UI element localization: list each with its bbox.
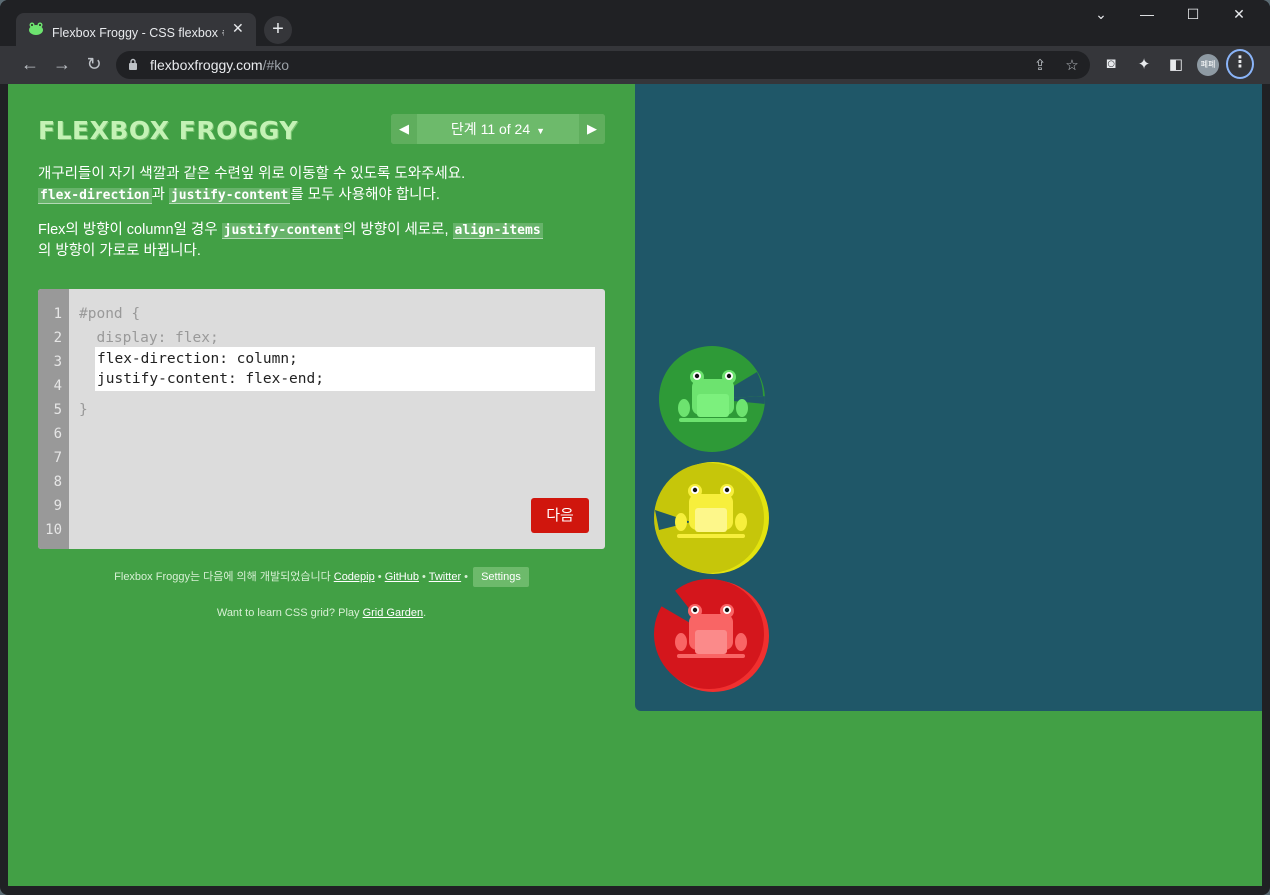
line-numbers: 1 2 3 4 5 6 7 8 9 10 [38, 289, 69, 549]
forward-icon[interactable]: → [50, 54, 74, 75]
instructions-paragraph-2: Flex의 방향이 column일 경우 justify-content 의 방향… [38, 222, 543, 259]
previous-level-button[interactable]: ◀ [391, 114, 417, 144]
level-dropdown[interactable]: 단계 11 of 24 ▼ [417, 114, 579, 144]
instructions-paragraph-1: 개구리들이 자기 색깔과 같은 수련잎 위로 이동할 수 있도록 도와주세요. … [38, 166, 466, 204]
sidebar: FLEXBOX FROGGY ◀ 단계 11 of 24 ▼ ▶ 개구리들이 자기… [8, 84, 635, 886]
line-number: 7 [53, 450, 62, 466]
next-level-button[interactable]: ▶ [579, 114, 605, 144]
sidepanel-icon[interactable]: ◧ [1165, 55, 1187, 73]
extensions-icon[interactable]: ✦ [1133, 55, 1155, 73]
back-icon[interactable]: ← [18, 54, 42, 75]
instructions: 개구리들이 자기 색깔과 같은 수련잎 위로 이동할 수 있도록 도와주세요. … [38, 164, 608, 276]
tab-title: Flexbox Froggy - CSS flexbox 속 [52, 26, 224, 40]
pond [635, 84, 1262, 711]
url-text: flexboxfroggy.com/#ko [150, 57, 290, 73]
caret-down-icon: ▼ [536, 126, 546, 136]
grid-garden-link[interactable]: Grid Garden [363, 607, 424, 619]
minimize-icon[interactable]: — [1132, 6, 1162, 22]
answer-input[interactable]: flex-direction: column; justify-content:… [95, 347, 595, 391]
game-page: FLEXBOX FROGGY ◀ 단계 11 of 24 ▼ ▶ 개구리들이 자기… [8, 84, 1262, 886]
tab-close-icon[interactable]: ✕ [232, 20, 244, 37]
twitter-link[interactable]: Twitter [429, 571, 461, 583]
grid-garden-promo: Want to learn CSS grid? Play Grid Garden… [216, 607, 427, 619]
profile-avatar[interactable]: 폐폐 [1197, 54, 1219, 76]
line-number: 6 [53, 426, 62, 442]
tab-search-icon[interactable]: ⌄ [1086, 6, 1116, 23]
red-lilypad [654, 579, 769, 692]
game-logo: FLEXBOX FROGGY [38, 116, 298, 145]
line-number: 8 [53, 474, 62, 490]
keyword-justify-content[interactable]: justify-content [168, 188, 291, 204]
next-button[interactable]: 다음 [531, 498, 589, 533]
share-icon[interactable]: ⇪ [1030, 56, 1050, 74]
frog-favicon-icon [29, 22, 43, 35]
reload-icon[interactable]: ↻ [82, 54, 106, 75]
codepip-link[interactable]: Codepip [334, 571, 375, 583]
lock-icon [129, 58, 137, 70]
github-link[interactable]: GitHub [385, 571, 419, 583]
yellow-lilypad [654, 462, 769, 574]
browser-window: Flexbox Froggy - CSS flexbox 속 ✕ + ⌄ — ☐… [0, 0, 1270, 895]
line-number: 9 [53, 498, 62, 514]
code-editor: 1 2 3 4 5 6 7 8 9 10 #pond { display: flex; } fle… [38, 289, 605, 549]
line-number: 1 [53, 306, 62, 322]
line-number: 10 [45, 522, 62, 538]
address-bar[interactable]: flexboxfroggy.com/#ko ⇪ ☆ [116, 51, 1090, 79]
maximize-icon[interactable]: ☐ [1178, 6, 1208, 23]
keyword-justify-content[interactable]: justify-content [221, 223, 344, 239]
new-tab-button[interactable]: + [264, 16, 292, 44]
menu-icon[interactable]: ⋮ [1226, 49, 1254, 79]
camera-icon[interactable]: ◙ [1100, 55, 1122, 72]
tab-strip: Flexbox Froggy - CSS flexbox 속 ✕ + ⌄ — ☐… [0, 0, 1270, 46]
keyword-align-items[interactable]: align-items [452, 223, 543, 239]
answer-area[interactable]: flex-direction: column; justify-content:… [95, 347, 595, 391]
close-window-icon[interactable]: ✕ [1224, 6, 1254, 23]
level-navigator: ◀ 단계 11 of 24 ▼ ▶ [391, 114, 605, 144]
line-number: 2 [53, 330, 62, 346]
credits: Flexbox Froggy는 다음에 의해 개발되었습니다 Codepip •… [38, 567, 605, 587]
line-number: 5 [53, 402, 62, 418]
settings-button[interactable]: Settings [473, 567, 529, 587]
keyword-flex-direction[interactable]: flex-direction [38, 188, 152, 204]
browser-tab[interactable]: Flexbox Froggy - CSS flexbox 속 ✕ [16, 13, 256, 46]
green-lilypad [658, 346, 765, 452]
browser-toolbar: ← → ↻ flexboxfroggy.com/#ko ⇪ ☆ ◙ ✦ ◧ 폐폐… [0, 46, 1270, 84]
star-icon[interactable]: ☆ [1062, 56, 1082, 74]
line-number: 4 [53, 378, 62, 394]
line-number: 3 [53, 354, 62, 370]
